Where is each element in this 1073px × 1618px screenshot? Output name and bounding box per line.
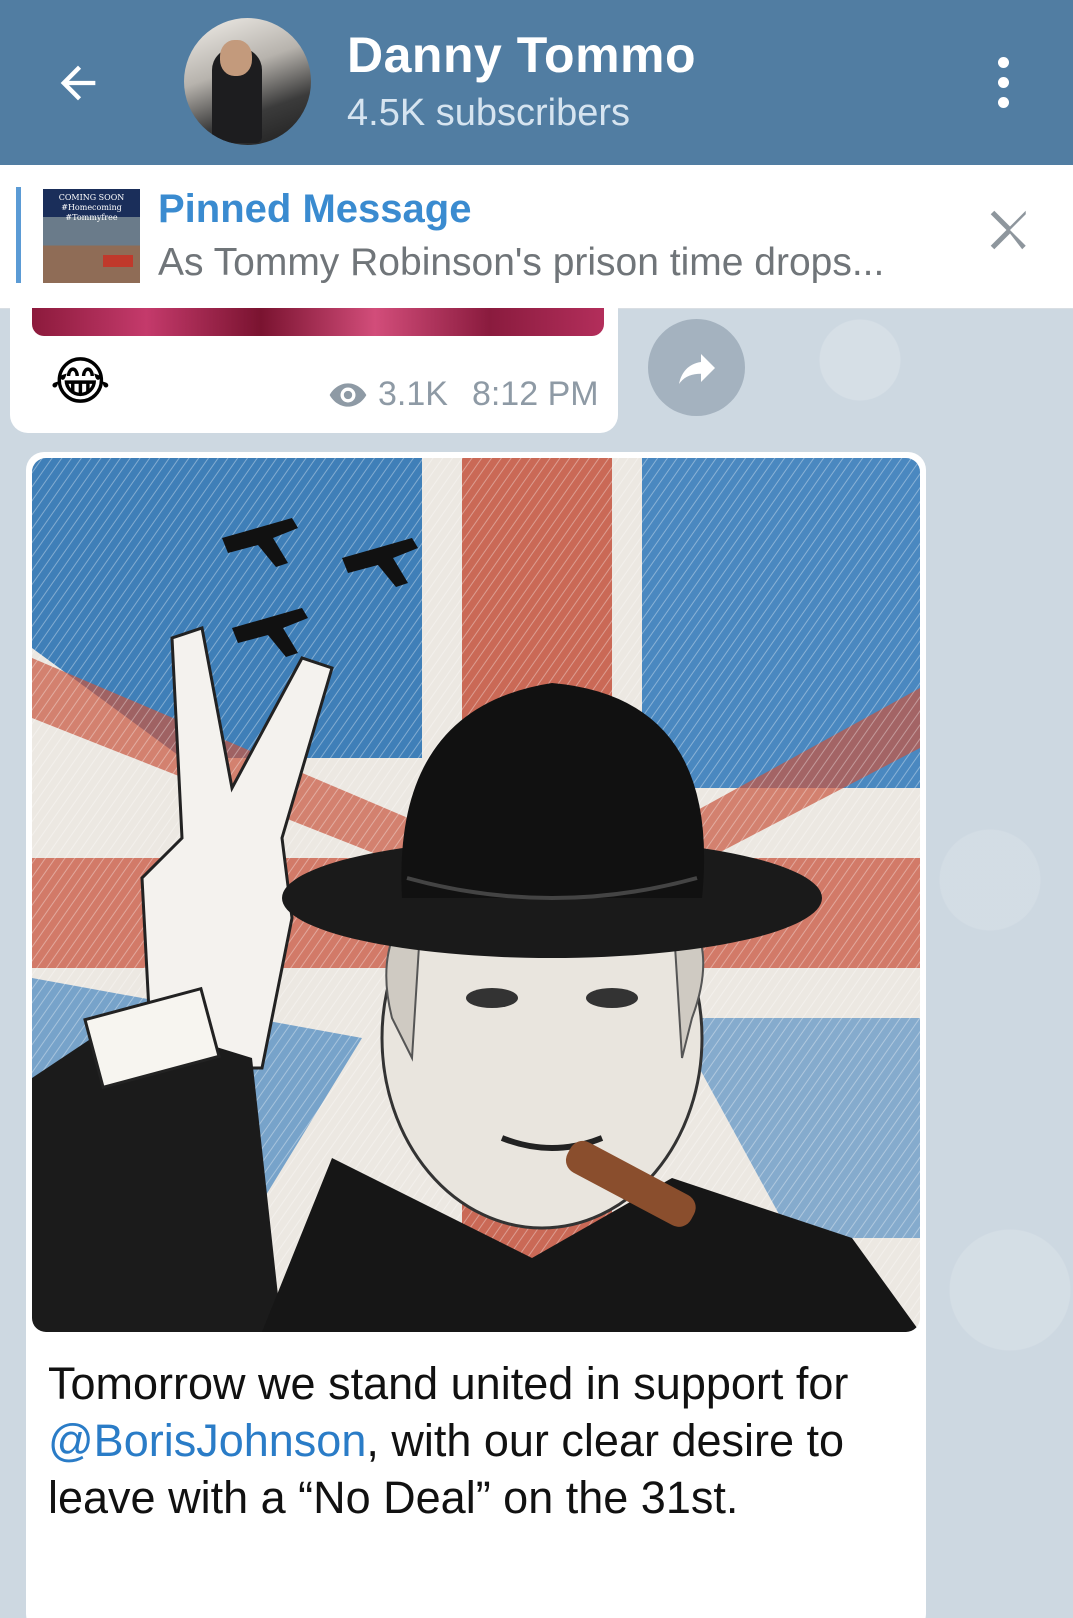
caption-text-start: Tomorrow we stand united in support for [48,1358,849,1409]
pinned-title: Pinned Message [158,187,472,231]
pinned-thumbnail: COMING SOON #Homecoming #Tommyfree [43,189,140,283]
previous-message-bubble[interactable]: 😂 3.1K 8:12 PM [10,290,618,433]
avatar-face [220,40,252,76]
eye-icon [329,382,367,407]
close-icon [990,210,1026,250]
more-vertical-icon [997,57,1009,68]
chat-header: Danny Tommo 4.5K subscribers [0,0,1073,165]
view-count: 3.1K [378,375,448,413]
subscriber-count: 4.5K subscribers [347,92,631,134]
mention-link[interactable]: @BorisJohnson [48,1415,366,1466]
illustration-union-flag-figure [32,458,920,1332]
message-time: 8:12 PM [471,375,599,413]
message-meta: 3.1K 8:12 PM [328,375,599,414]
pinned-message-bar[interactable]: COMING SOON #Homecoming #Tommyfree Pinne… [0,165,1073,309]
pinned-preview: As Tommy Robinson's prison time drops... [158,241,885,284]
back-button[interactable] [40,45,115,120]
share-icon [678,353,715,384]
channel-title[interactable]: Danny Tommo [347,26,696,84]
message-image[interactable] [32,458,920,1332]
laughing-emoji: 😂 [50,353,111,411]
message-caption: Tomorrow we stand united in support for … [48,1355,908,1526]
close-pinned-button[interactable] [980,200,1040,260]
pinned-accent-line [16,187,21,283]
previous-message-image[interactable] [32,308,604,336]
share-button[interactable] [648,319,745,416]
message-bubble[interactable]: Tomorrow we stand united in support for … [26,452,926,1618]
more-menu-button[interactable] [978,45,1028,120]
arrow-left-icon [60,65,95,100]
channel-avatar[interactable] [184,18,311,145]
